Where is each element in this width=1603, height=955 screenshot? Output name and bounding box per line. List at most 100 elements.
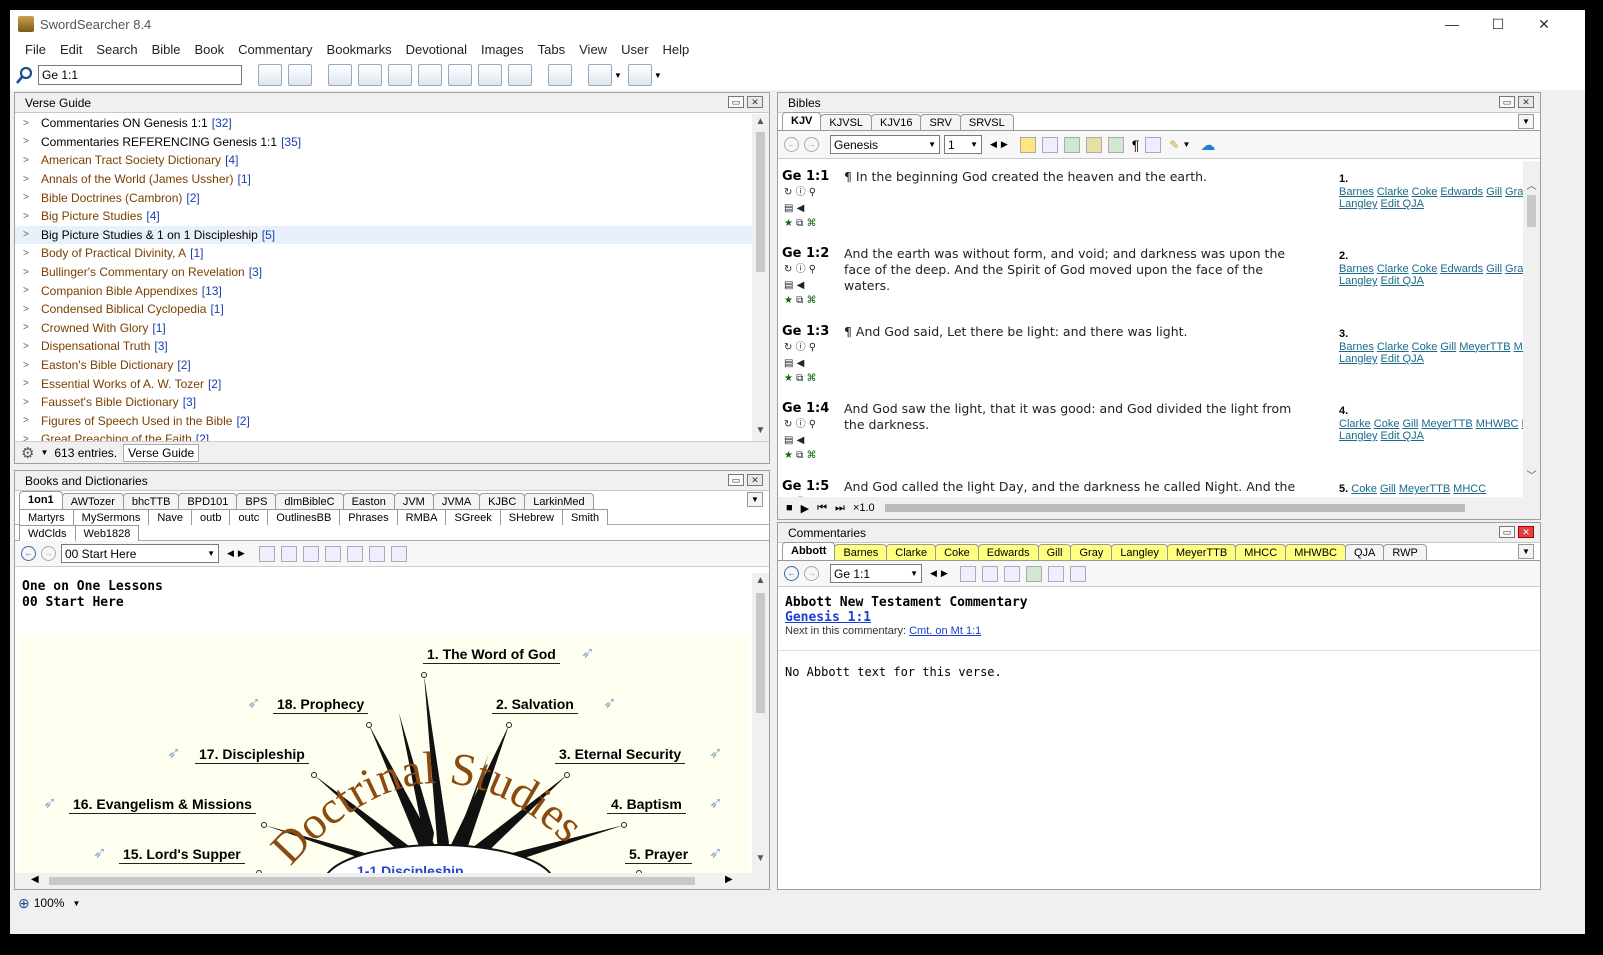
book-icon[interactable]: ⧉ bbox=[796, 218, 803, 229]
verse-tools[interactable]: ↻ ⓘ ⚲ ▤ ◀ ★ ⧉ ⌘ bbox=[784, 340, 816, 387]
fast-forward-icon[interactable]: ⏭ bbox=[835, 502, 845, 515]
verse-guide-item[interactable]: > Companion Bible Appendixes [13] bbox=[15, 281, 752, 300]
tab-gray[interactable]: Gray bbox=[1070, 544, 1113, 560]
speaker-icon[interactable]: ◀ bbox=[797, 358, 805, 369]
open-book-button[interactable] bbox=[328, 64, 352, 86]
tab-phrases[interactable]: Phrases bbox=[339, 509, 398, 525]
scroll-down-icon[interactable]: ▼ bbox=[752, 853, 769, 867]
note-icon[interactable]: ▤ bbox=[784, 435, 793, 446]
scroll-thumb[interactable] bbox=[1527, 195, 1536, 227]
paragraph-icon[interactable]: ¶ bbox=[1132, 137, 1140, 153]
chevron-right-icon[interactable]: > bbox=[23, 341, 41, 352]
chevron-right-icon[interactable]: > bbox=[23, 136, 41, 147]
star-icon[interactable]: ★ bbox=[784, 295, 793, 306]
verse-guide-item[interactable]: > Crowned With Glory [1] bbox=[15, 319, 752, 338]
edit-icon[interactable] bbox=[1047, 565, 1064, 582]
tab-nave[interactable]: Nave bbox=[148, 509, 193, 525]
commentary-link[interactable]: Barnes bbox=[1339, 263, 1374, 275]
zoom-level[interactable]: 100% bbox=[34, 896, 65, 910]
sync-icon[interactable]: ↻ bbox=[784, 419, 792, 430]
tab-clarke[interactable]: Clarke bbox=[886, 544, 937, 560]
speaker-icon[interactable]: ◀ bbox=[797, 435, 805, 446]
chevron-down-icon[interactable]: ▼ bbox=[72, 899, 80, 908]
menu-search[interactable]: Search bbox=[89, 42, 144, 57]
commentary-link[interactable]: Barnes bbox=[1339, 341, 1374, 353]
compare-verses-button[interactable] bbox=[288, 64, 312, 86]
commentary-link[interactable]: Coke bbox=[1374, 418, 1400, 430]
chevron-right-icon[interactable]: > bbox=[23, 248, 41, 259]
forward-icon[interactable]: → bbox=[804, 566, 819, 581]
tab-langley[interactable]: Langley bbox=[1111, 544, 1168, 560]
library-button[interactable] bbox=[388, 64, 412, 86]
commentary-link[interactable]: Edit QJA bbox=[1381, 353, 1424, 365]
star-icon[interactable]: ★ bbox=[784, 218, 793, 229]
chevron-right-icon[interactable]: > bbox=[23, 304, 41, 315]
scroll-thumb[interactable] bbox=[756, 132, 765, 272]
tab-dlmbiblec[interactable]: dlmBibleC bbox=[275, 493, 344, 509]
chevron-down-icon[interactable]: ▼ bbox=[614, 71, 622, 80]
close-button[interactable]: ✕ bbox=[1521, 10, 1567, 38]
note-icon[interactable]: ▤ bbox=[784, 280, 793, 291]
forward-icon[interactable]: → bbox=[804, 137, 819, 152]
tab-outlinesbb[interactable]: OutlinesBB bbox=[267, 509, 341, 525]
chevron-down-icon[interactable]: ▼ bbox=[928, 140, 936, 149]
menu-user[interactable]: User bbox=[614, 42, 655, 57]
calendar-button[interactable] bbox=[548, 64, 572, 86]
tab-srv[interactable]: SRV bbox=[920, 114, 961, 130]
maximize-button[interactable]: ☐ bbox=[1475, 10, 1521, 38]
window-layout-button[interactable] bbox=[588, 64, 612, 86]
chevron-down-icon[interactable]: ▼ bbox=[40, 448, 48, 457]
note-icon[interactable]: ▤ bbox=[784, 203, 793, 214]
verse-guide-item[interactable]: > Body of Practical Divinity, A [1] bbox=[15, 244, 752, 263]
info-icon[interactable]: ⓘ bbox=[796, 264, 806, 275]
scroll-left-icon[interactable]: ◀ bbox=[31, 874, 39, 885]
tab-bpd101[interactable]: BPD101 bbox=[178, 493, 238, 509]
edit-icon[interactable] bbox=[324, 545, 341, 562]
tab-rwp[interactable]: RWP bbox=[1383, 544, 1427, 560]
zoom-icon[interactable]: ⊕ bbox=[18, 895, 30, 912]
panel-layout-button[interactable] bbox=[627, 64, 652, 86]
tab-mysermons[interactable]: MySermons bbox=[72, 509, 150, 525]
rewind-icon[interactable]: ⏮ bbox=[817, 502, 827, 515]
verse-guide-item[interactable]: > Bullinger's Commentary on Revelation [3] bbox=[15, 263, 752, 282]
chevron-right-icon[interactable]: > bbox=[23, 267, 41, 278]
star-icon[interactable]: ★ bbox=[784, 450, 793, 461]
close-panel-icon[interactable]: ✕ bbox=[747, 96, 763, 108]
chevron-down-icon[interactable]: ▼ bbox=[1182, 140, 1190, 149]
commentary-link[interactable]: Edit QJA bbox=[1381, 430, 1424, 442]
scroll-down-icon[interactable]: ▼ bbox=[752, 425, 769, 439]
menu-help[interactable]: Help bbox=[656, 42, 697, 57]
verse-guide-item[interactable]: > Fausset's Bible Dictionary [3] bbox=[15, 393, 752, 412]
diagram-label[interactable]: 17. Discipleship bbox=[195, 746, 309, 764]
verse-guide-item[interactable]: > Commentaries ON Genesis 1:1 [32] bbox=[15, 114, 752, 133]
sync-icon[interactable]: ↻ bbox=[784, 187, 792, 198]
key-icon[interactable]: ⚲ bbox=[809, 187, 816, 198]
key-icon[interactable]: ⚲ bbox=[809, 342, 816, 353]
columns-icon[interactable] bbox=[1145, 136, 1162, 153]
diagram-label[interactable]: 16. Evangelism & Missions bbox=[69, 796, 256, 814]
toc-icon[interactable] bbox=[981, 565, 998, 582]
menu-edit[interactable]: Edit bbox=[53, 42, 89, 57]
layout-button[interactable] bbox=[448, 64, 472, 86]
verse-tools[interactable]: ↻ ⓘ ⚲ ▤ ◀ ★ ⧉ ⌘ bbox=[784, 262, 816, 309]
chapter-select[interactable]: 1 ▼ bbox=[944, 135, 982, 154]
chevron-right-icon[interactable]: > bbox=[23, 378, 41, 389]
commentary-ref-link[interactable]: Genesis 1:1 bbox=[785, 610, 1533, 625]
tabs-dropdown-icon[interactable]: ▼ bbox=[1518, 544, 1534, 559]
chevron-right-icon[interactable]: > bbox=[23, 434, 41, 441]
tab-kjvsl[interactable]: KJVSL bbox=[820, 114, 873, 130]
command-icon[interactable]: ⌘ bbox=[806, 450, 816, 461]
commentary-link[interactable]: MeyerTTB bbox=[1399, 483, 1450, 495]
restore-panel-icon[interactable]: ▭ bbox=[1499, 526, 1515, 538]
print-icon[interactable] bbox=[1003, 565, 1020, 582]
topic-select[interactable]: 00 Start Here ▼ bbox=[61, 544, 219, 563]
scroll-right-icon[interactable]: ▶ bbox=[725, 874, 733, 885]
restore-panel-icon[interactable]: ▭ bbox=[728, 96, 744, 108]
verse-guide-item[interactable]: > Big Picture Studies [4] bbox=[15, 207, 752, 226]
tab-qja[interactable]: QJA bbox=[1344, 544, 1385, 560]
tabs-dropdown-icon[interactable]: ▼ bbox=[1518, 114, 1534, 129]
chevron-right-icon[interactable]: > bbox=[23, 174, 41, 185]
menu-images[interactable]: Images bbox=[474, 42, 531, 57]
verse-ref[interactable]: Ge 1:3 bbox=[782, 324, 829, 339]
close-panel-icon[interactable]: ✕ bbox=[1518, 96, 1534, 108]
